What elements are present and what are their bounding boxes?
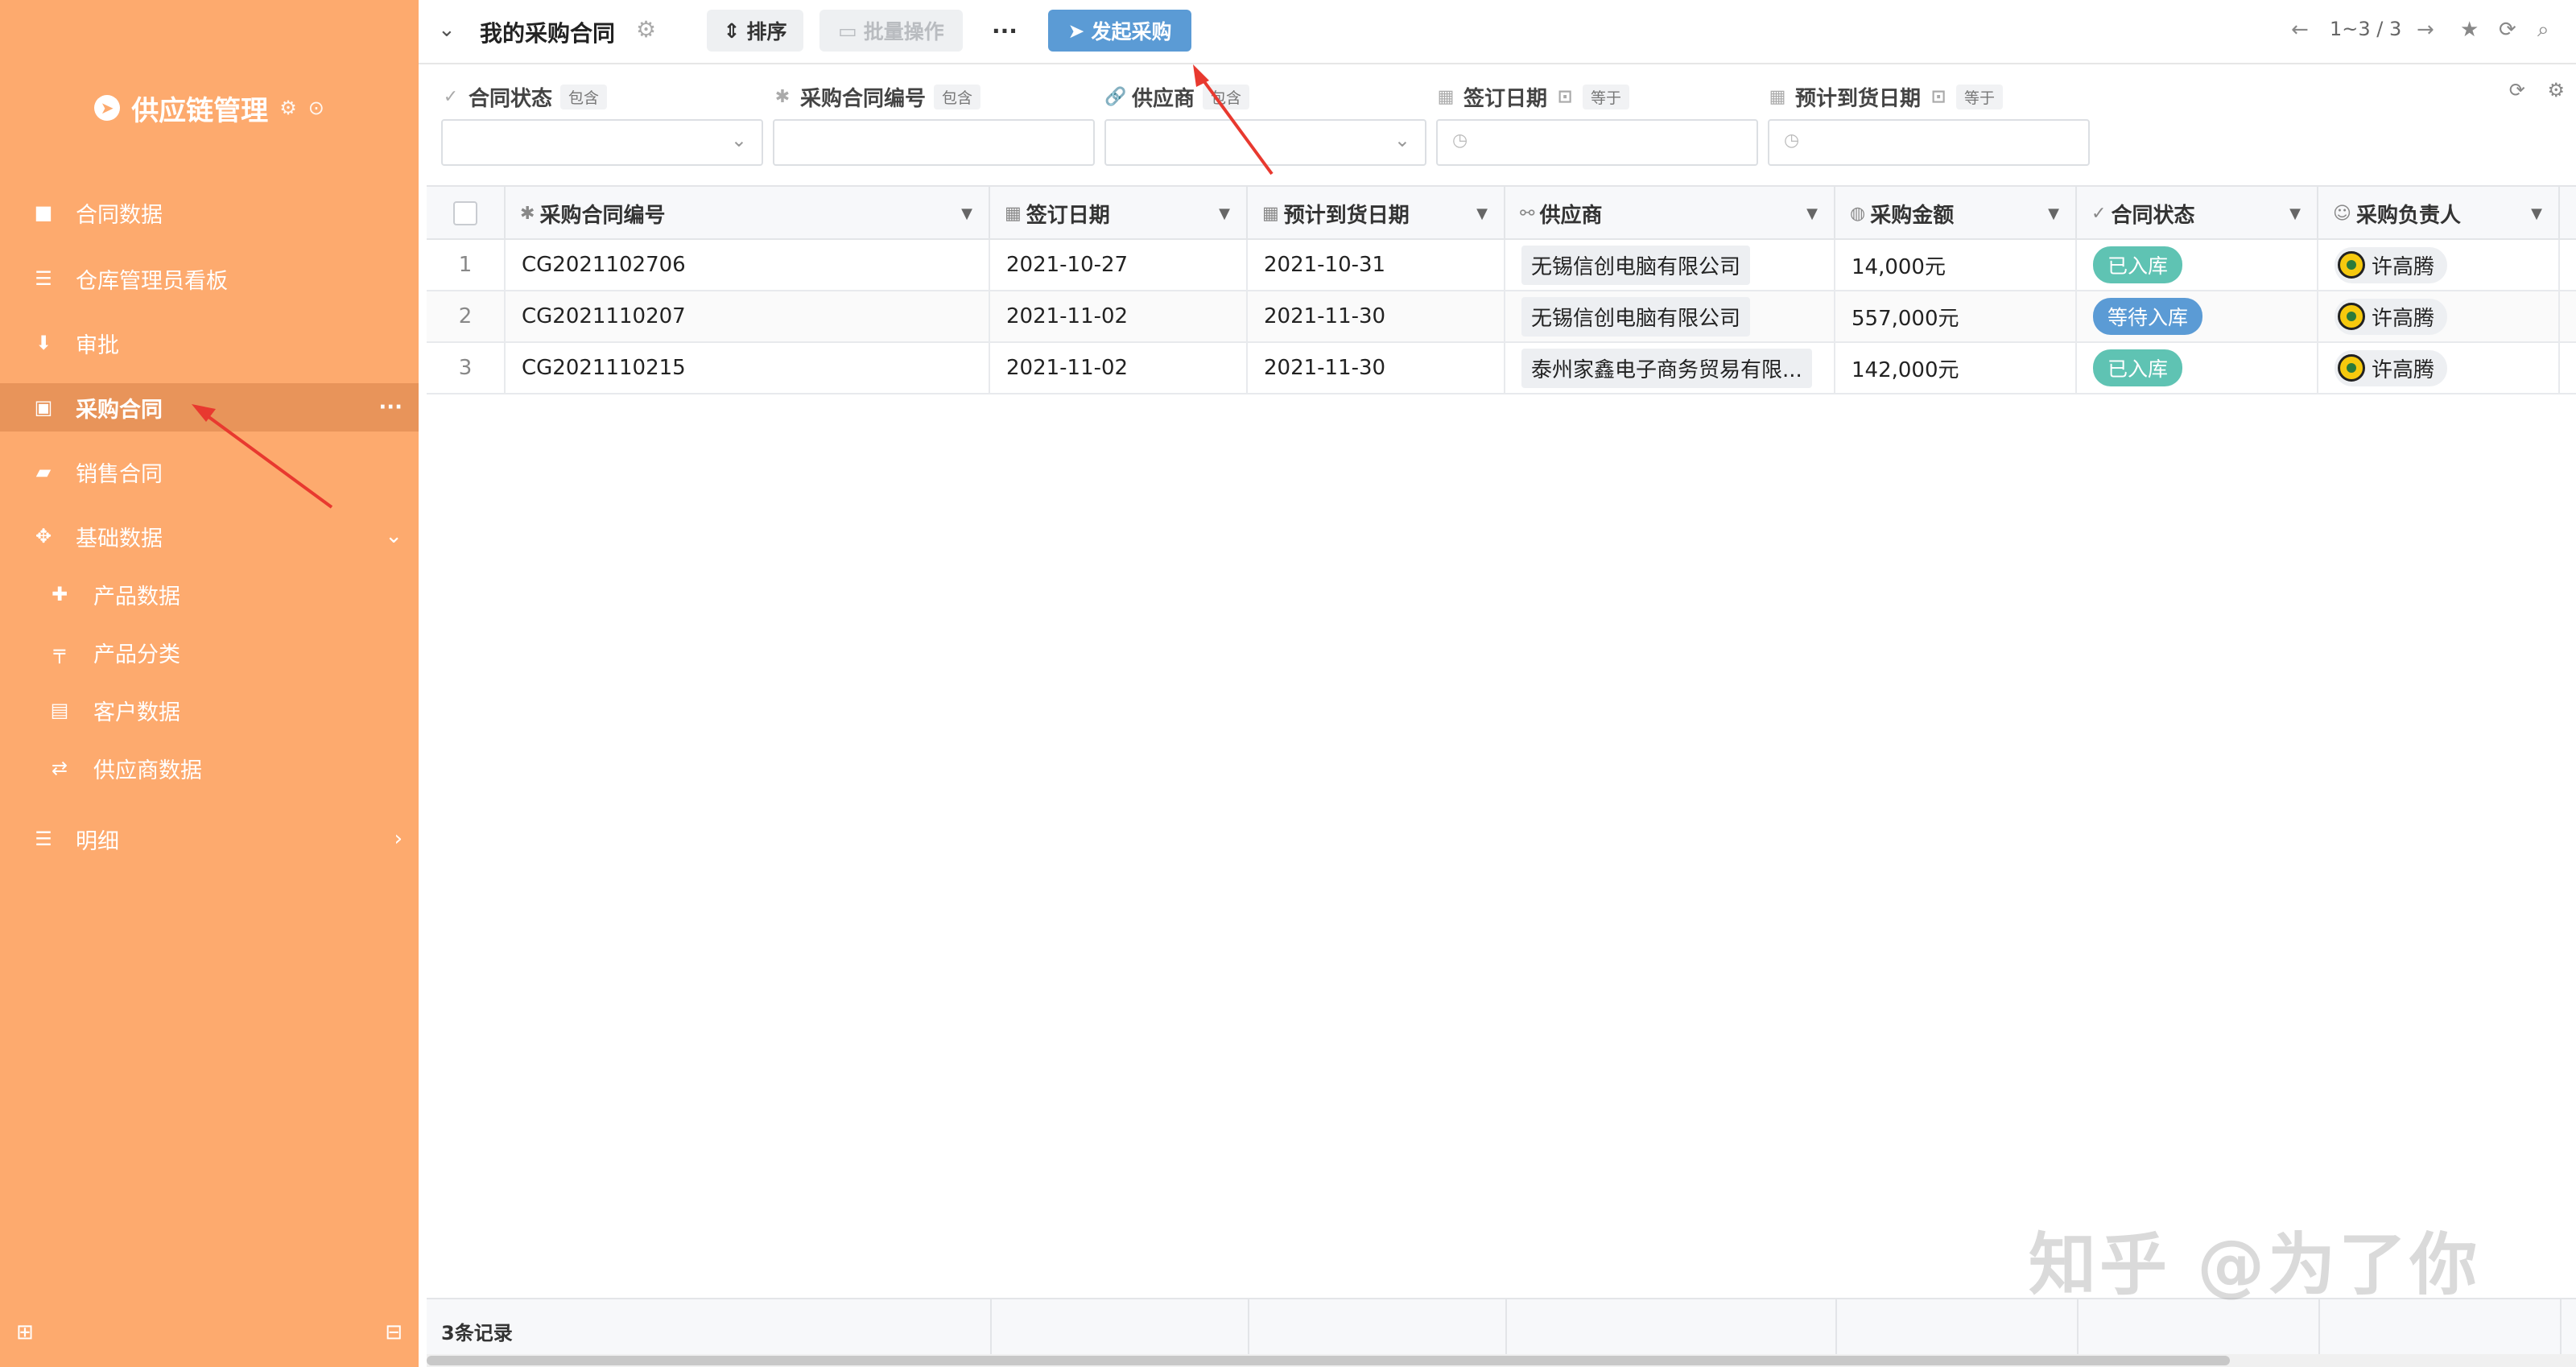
annotation-arrows	[192, 64, 1274, 509]
watermark: 知乎 @为了你	[2029, 1225, 2481, 1304]
arrow-to-purchase-contract	[192, 404, 333, 509]
arrow-to-purchase-button	[1193, 64, 1274, 176]
